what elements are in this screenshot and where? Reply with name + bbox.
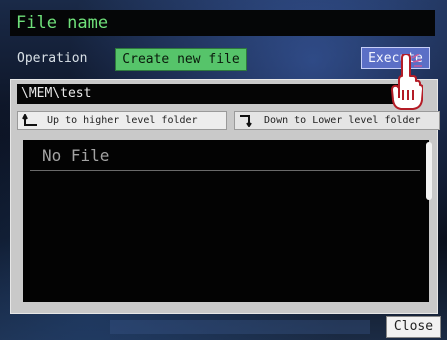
pointing-hand-icon: [391, 54, 423, 110]
down-folder-label: Down to Lower level folder: [264, 115, 421, 126]
empty-list-text: No File: [42, 146, 110, 165]
current-path: \MEM\test: [17, 84, 417, 104]
list-scrollbar[interactable]: [424, 142, 434, 202]
operation-label: Operation: [17, 51, 88, 66]
window-title: File name: [10, 10, 435, 36]
down-folder-button[interactable]: Down to Lower level folder: [234, 111, 440, 130]
up-folder-label: Up to higher level folder: [47, 115, 198, 126]
arrow-down-right-icon: [240, 114, 252, 127]
status-strip: [110, 320, 370, 334]
up-folder-button[interactable]: Up to higher level folder: [17, 111, 227, 130]
close-button[interactable]: Close: [386, 316, 441, 338]
arrow-up-left-icon: [22, 113, 37, 126]
list-divider: [30, 170, 420, 171]
operation-value[interactable]: Create new file: [115, 48, 247, 71]
